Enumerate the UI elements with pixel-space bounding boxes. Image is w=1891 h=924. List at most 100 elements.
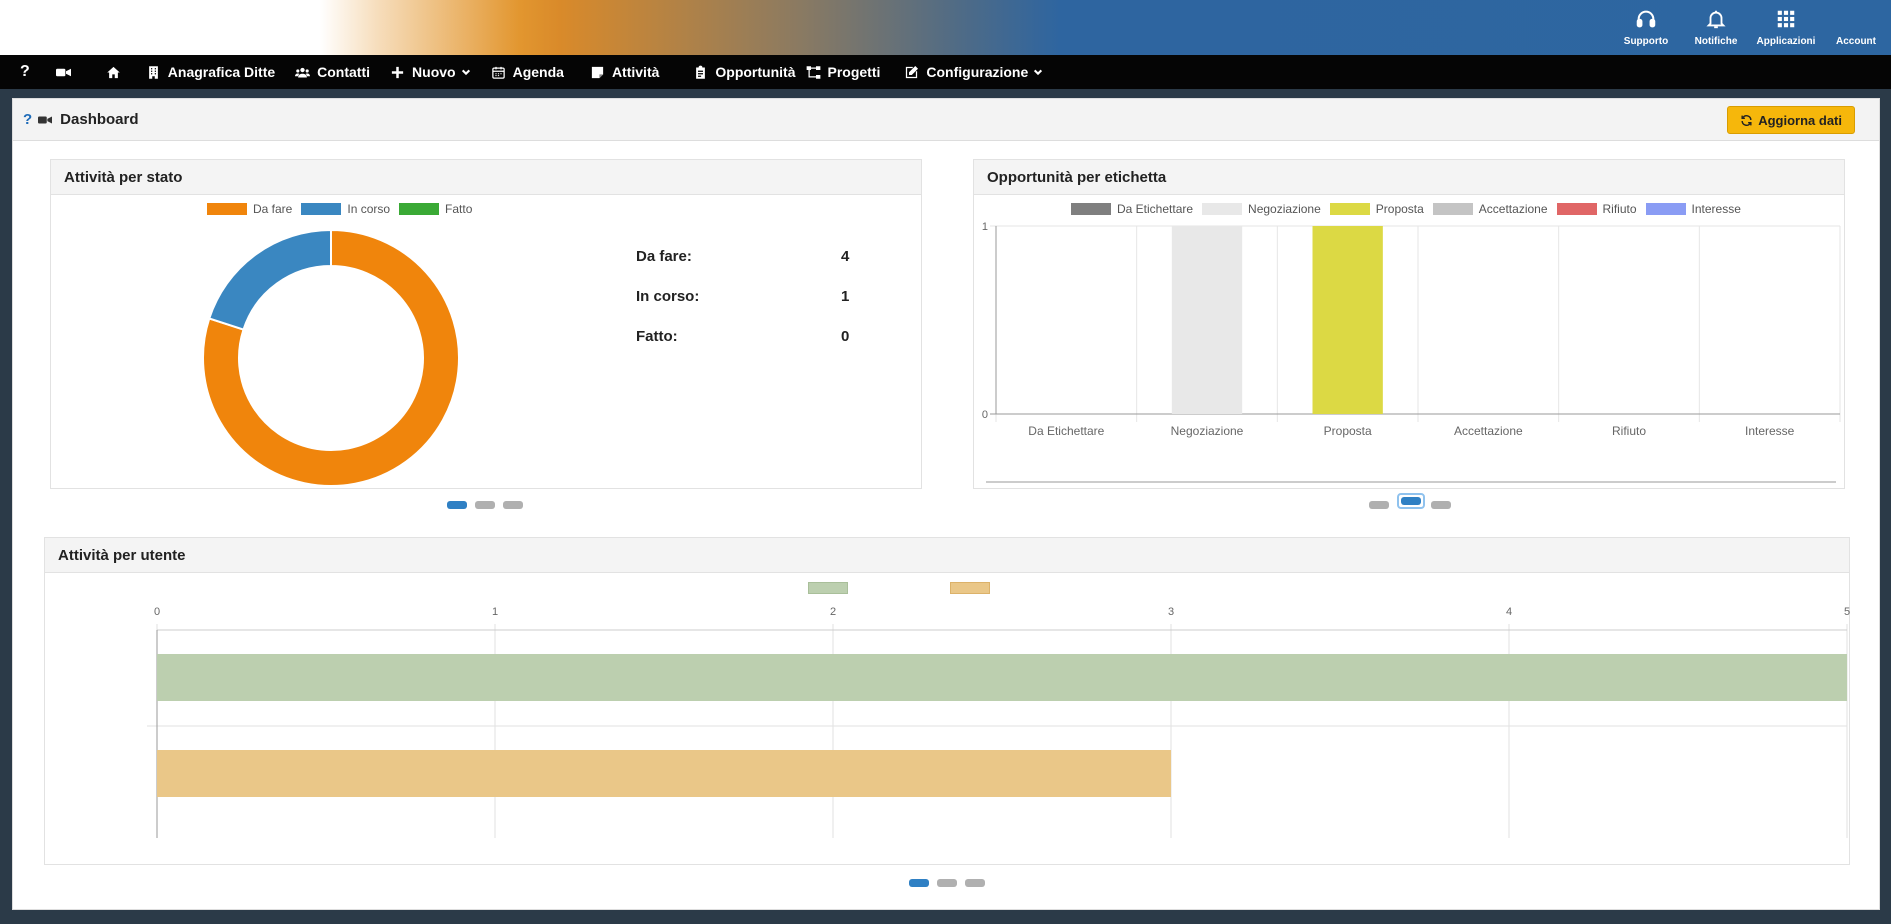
refresh-data-button[interactable]: Aggiorna dati: [1727, 106, 1855, 134]
carousel-dot[interactable]: [937, 879, 957, 887]
carousel-dot[interactable]: [475, 501, 495, 509]
nav-label: Anagrafica Ditte: [167, 64, 276, 80]
carousel-dot[interactable]: [503, 501, 523, 509]
sitemap-icon: [806, 65, 820, 79]
bar[interactable]: [1312, 226, 1383, 414]
legend-item[interactable]: Da fare: [207, 202, 292, 216]
bar[interactable]: [1171, 226, 1243, 414]
legend-item[interactable]: Accettazione: [1432, 202, 1548, 216]
nav-label: Nuovo: [412, 64, 456, 80]
legend-item[interactable]: Rifiuto: [1556, 202, 1637, 216]
legend-item[interactable]: Da Etichettare: [1071, 202, 1193, 216]
legend-label: Fatto: [445, 202, 473, 216]
home-icon: [107, 66, 120, 78]
legend-swatch: [207, 203, 247, 215]
x-tick-label: 5: [1844, 606, 1850, 618]
bar[interactable]: [157, 750, 1171, 797]
nav-configurazione-dropdown[interactable]: Configurazione: [890, 55, 1053, 89]
account-label: Account: [1836, 36, 1876, 47]
nav-label: Attività: [611, 64, 660, 80]
legend-item[interactable]: Interesse: [1645, 202, 1741, 216]
nav-nuovo-dropdown[interactable]: Nuovo: [380, 55, 481, 89]
x-tick-label: 1: [492, 606, 498, 618]
legend-label: In corso: [347, 202, 391, 216]
users-card: Attività per utente 0 1 2 3 4 5: [44, 537, 1850, 865]
nav-attivita[interactable]: Attività: [574, 55, 669, 89]
nav-help-button[interactable]: ?: [0, 55, 46, 89]
calendar-icon: [491, 66, 505, 79]
support-button[interactable]: Supporto: [1611, 0, 1681, 55]
nav-home-button[interactable]: [96, 55, 136, 89]
stat-label: Da fare:: [636, 248, 692, 265]
users-legend: [808, 582, 1005, 594]
carousel-dot[interactable]: [965, 879, 985, 887]
status-carousel-dots: [447, 501, 531, 509]
x-tick-label: Accettazione: [1454, 424, 1523, 438]
apps-grid-icon: [1777, 10, 1795, 28]
legend-swatch: [808, 582, 848, 594]
y-tick-label: 1: [982, 221, 988, 233]
legend-item[interactable]: Fatto: [399, 202, 472, 216]
video-icon: [55, 68, 71, 76]
carousel-dot[interactable]: [447, 501, 467, 509]
nav-label: Agenda: [512, 64, 564, 80]
building-icon: [148, 65, 158, 79]
tags-legend: Da Etichettare Negoziazione Proposta Acc…: [1071, 202, 1750, 216]
account-button[interactable]: Account: [1821, 0, 1891, 55]
status-legend: Da fare In corso Fatto: [207, 202, 481, 216]
status-card-title: Attività per stato: [51, 160, 921, 195]
notifications-button[interactable]: Notifiche: [1681, 0, 1751, 55]
applications-label: Applicazioni: [1756, 36, 1816, 47]
legend-swatch: [1202, 203, 1243, 215]
tags-card: Opportunità per etichetta Da Etichettare…: [973, 159, 1845, 489]
headset-icon: [1636, 10, 1656, 28]
main-navbar: ? Anagrafica Ditte Contatti Nuovo Agenda…: [0, 55, 1891, 89]
x-tick-label: Interesse: [1745, 424, 1795, 438]
nav-anagrafica-ditte[interactable]: Anagrafica Ditte: [136, 55, 285, 89]
plus-icon: [391, 66, 404, 78]
x-tick-label: 3: [1168, 606, 1174, 618]
legend-swatch: [1071, 203, 1111, 215]
tags-card-title: Opportunità per etichetta: [974, 160, 1844, 195]
x-tick-label: 2: [830, 606, 836, 618]
users-icon: [295, 67, 311, 77]
dashboard-panel: ? Dashboard Aggiorna dati Attività per s…: [12, 98, 1880, 910]
stat-value: 1: [841, 288, 850, 305]
legend-item[interactable]: [950, 582, 996, 594]
legend-item[interactable]: Negoziazione: [1202, 202, 1321, 216]
nav-opportunita[interactable]: Opportunità: [669, 55, 805, 89]
legend-swatch: [950, 582, 990, 594]
legend-label: Interesse: [1691, 202, 1741, 216]
legend-item[interactable]: In corso: [301, 202, 390, 216]
nav-agenda[interactable]: Agenda: [481, 55, 574, 89]
bar[interactable]: [157, 654, 1847, 701]
legend-label: Accettazione: [1478, 202, 1548, 216]
nav-progetti[interactable]: Progetti: [806, 55, 891, 89]
tags-carousel-dots: [1369, 493, 1459, 509]
legend-swatch: [1645, 203, 1686, 215]
dashboard-help-button[interactable]: ?: [23, 111, 32, 128]
carousel-dot[interactable]: [1369, 501, 1389, 509]
edit-icon: [906, 65, 919, 78]
carousel-dot[interactable]: [1401, 497, 1421, 505]
carousel-dot[interactable]: [1431, 501, 1451, 509]
top-icons: Supporto Notifiche Applicazioni Account: [1611, 0, 1891, 55]
legend-label: Rifiuto: [1602, 202, 1637, 216]
nav-video-button[interactable]: [46, 55, 96, 89]
video-icon[interactable]: [38, 114, 53, 126]
applications-button[interactable]: Applicazioni: [1751, 0, 1821, 55]
legend-item[interactable]: [808, 582, 854, 594]
status-donut-chart: [202, 228, 460, 487]
refresh-label: Aggiorna dati: [1758, 112, 1842, 128]
x-tick-label: Proposta: [1324, 424, 1372, 438]
legend-item[interactable]: Proposta: [1329, 202, 1424, 216]
carousel-dot[interactable]: [909, 879, 929, 887]
donut-slice[interactable]: [208, 228, 332, 331]
nav-label: Progetti: [827, 64, 881, 80]
stat-value: 0: [841, 328, 850, 345]
stat-value: 4: [841, 248, 850, 265]
legend-swatch: [1556, 203, 1597, 215]
nav-contatti[interactable]: Contatti: [285, 55, 380, 89]
top-banner: Supporto Notifiche Applicazioni Account: [0, 0, 1891, 55]
legend-label: Proposta: [1375, 202, 1424, 216]
